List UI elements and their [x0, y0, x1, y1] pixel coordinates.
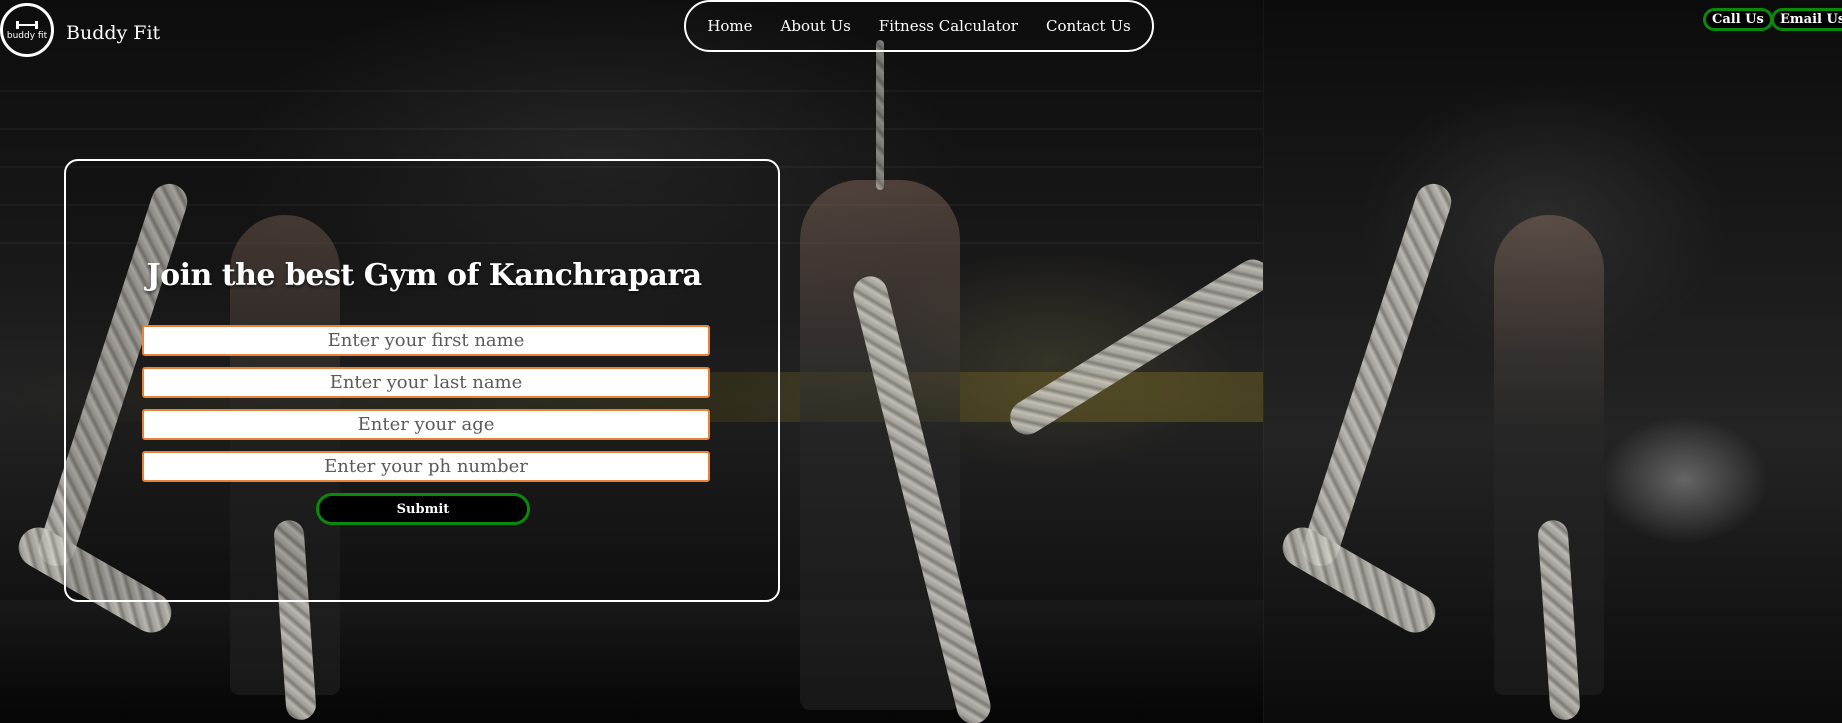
rope-hanging	[876, 40, 884, 190]
athlete-figure-center	[800, 180, 960, 710]
last-name-input[interactable]	[142, 367, 710, 398]
background-image-tile	[1263, 0, 1842, 723]
brand-name: Buddy Fit	[66, 22, 161, 44]
dumbbell-icon	[16, 19, 38, 30]
nav-home[interactable]: Home	[707, 17, 752, 35]
nav-fitness-calculator[interactable]: Fitness Calculator	[879, 17, 1018, 35]
join-form-card: Join the best Gym of Kanchrapara Submit	[64, 159, 780, 602]
logo-text: buddy fit	[6, 30, 48, 41]
page: buddy fit Buddy Fit Home About Us Fitnes…	[0, 0, 1842, 723]
submit-button[interactable]: Submit	[316, 493, 530, 525]
rope-right-a	[1298, 179, 1456, 571]
phone-number-input[interactable]	[142, 451, 710, 482]
call-us-button[interactable]: Call Us	[1703, 8, 1773, 31]
rope-right-c	[1275, 520, 1443, 640]
nav-about-us[interactable]: About Us	[781, 17, 851, 35]
age-input[interactable]	[142, 409, 710, 440]
nav-contact-us[interactable]: Contact Us	[1046, 17, 1131, 35]
email-us-button[interactable]: Email Us	[1771, 8, 1842, 31]
form-title: Join the best Gym of Kanchrapara	[146, 258, 702, 293]
first-name-input[interactable]	[142, 325, 710, 356]
logo[interactable]: buddy fit	[0, 3, 54, 57]
main-nav: Home About Us Fitness Calculator Contact…	[684, 0, 1154, 52]
